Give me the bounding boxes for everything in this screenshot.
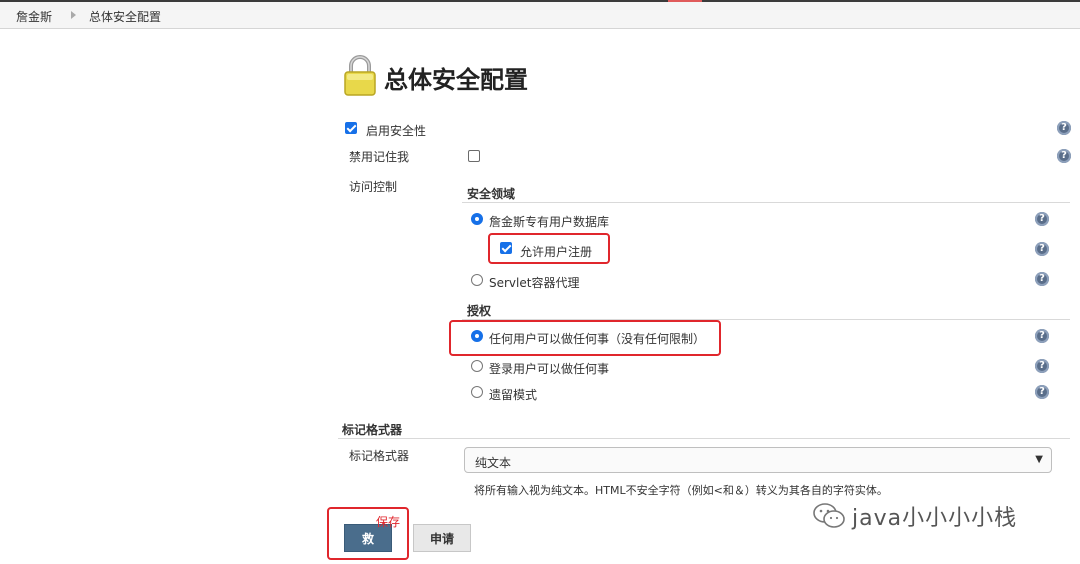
auth-radio-legacy[interactable]	[471, 386, 483, 398]
breadcrumb-separator-icon	[71, 11, 76, 19]
help-icon[interactable]: ?	[1035, 272, 1049, 286]
help-icon[interactable]: ?	[1035, 242, 1049, 256]
highlight-box-authorization	[449, 320, 721, 356]
wechat-icon	[813, 503, 845, 528]
help-icon[interactable]: ?	[1035, 359, 1049, 373]
help-icon[interactable]: ?	[1035, 385, 1049, 399]
markup-formatter-label: 标记格式器	[349, 449, 410, 463]
auth-option-logged-in: 登录用户可以做任何事	[489, 362, 610, 376]
breadcrumb-current[interactable]: 总体安全配置	[89, 8, 161, 25]
auth-option-legacy: 遗留模式	[489, 388, 538, 402]
realm-radio-servlet[interactable]	[471, 274, 483, 286]
realm-option-servlet: Servlet容器代理	[489, 276, 580, 290]
select-value: 纯文本	[475, 456, 512, 470]
help-icon[interactable]: ?	[1057, 149, 1071, 163]
authorization-heading: 授权	[467, 304, 492, 318]
enable-security-label: 启用安全性	[366, 124, 427, 138]
markup-formatter-description: 将所有输入视为纯文本。HTML不安全字符（例如<和＆）转义为其各自的字符实体。	[474, 484, 888, 497]
disable-remember-me-checkbox[interactable]	[468, 150, 480, 162]
realm-radio-jenkins-db[interactable]	[471, 213, 483, 225]
lock-icon	[344, 55, 376, 96]
highlight-box-signup	[488, 233, 610, 264]
markup-formatter-select[interactable]: 纯文本 ▼	[464, 447, 1052, 473]
markup-formatter-heading: 标记格式器	[342, 423, 403, 437]
page-title: 总体安全配置	[384, 66, 528, 94]
divider	[462, 202, 1070, 203]
watermark-text: java小小小小栈	[852, 506, 1018, 531]
chevron-down-icon: ▼	[1035, 454, 1043, 465]
enable-security-checkbox[interactable]	[345, 122, 357, 134]
breadcrumb: 詹金斯 总体安全配置	[0, 2, 1080, 29]
help-icon[interactable]: ?	[1035, 212, 1049, 226]
divider	[338, 438, 1070, 439]
help-icon[interactable]: ?	[1035, 329, 1049, 343]
access-control-label: 访问控制	[349, 180, 398, 194]
apply-button[interactable]: 申请	[413, 524, 471, 552]
disable-remember-me-label: 禁用记住我	[349, 150, 410, 164]
auth-radio-logged-in[interactable]	[471, 360, 483, 372]
watermark: java小小小小栈	[812, 500, 1052, 532]
realm-option-jenkins-db: 詹金斯专有用户数据库	[489, 215, 610, 229]
highlight-box-save	[327, 507, 409, 560]
security-realm-heading: 安全领域	[467, 187, 516, 201]
help-icon[interactable]: ?	[1057, 121, 1071, 135]
breadcrumb-home[interactable]: 詹金斯	[16, 8, 52, 25]
